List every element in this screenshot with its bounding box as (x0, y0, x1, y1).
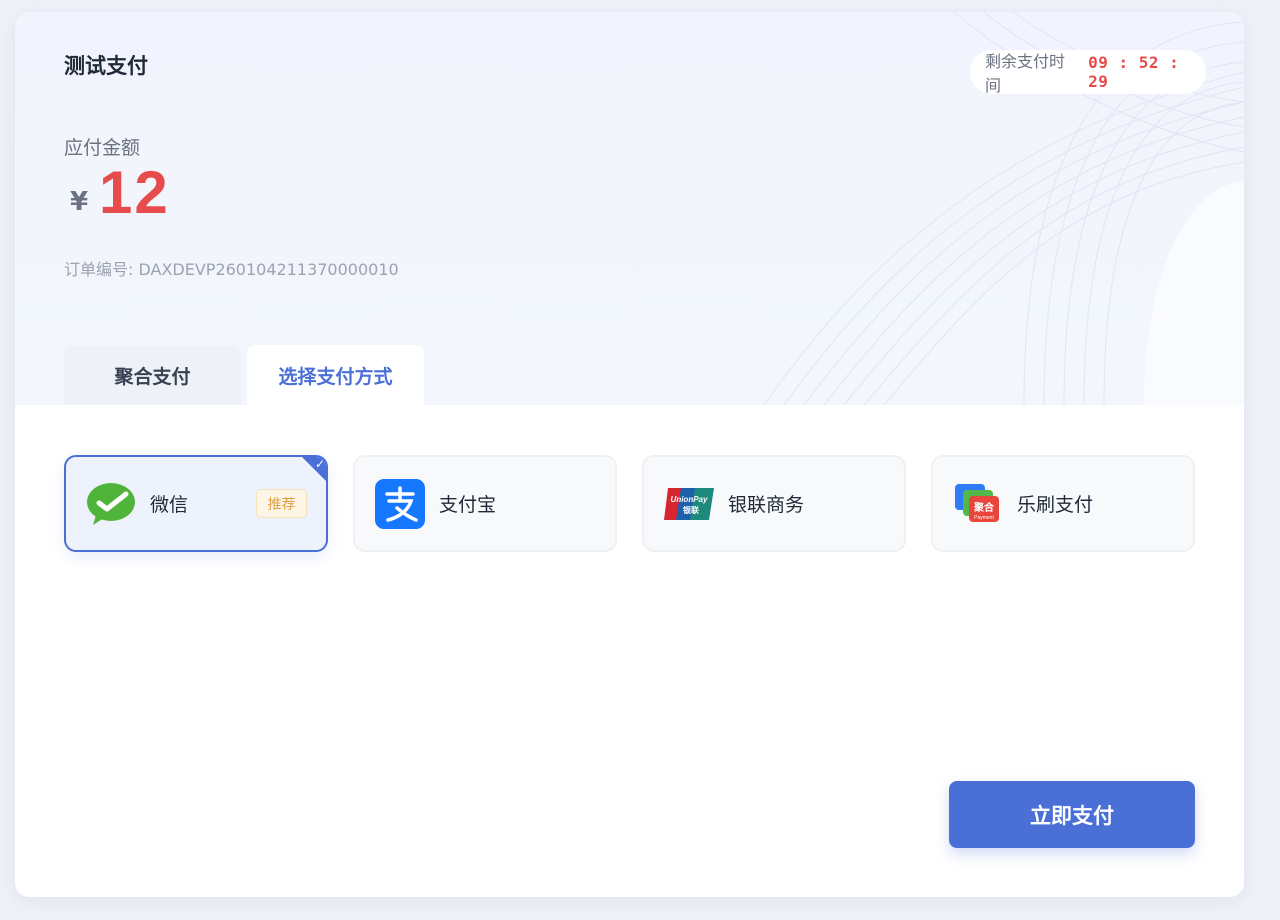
pay-now-button[interactable]: 立即支付 (949, 781, 1195, 848)
timer-value: 09 : 52 : 29 (1088, 53, 1180, 91)
countdown-timer: 剩余支付时间 09 : 52 : 29 (970, 50, 1206, 95)
amount-value: 12 (99, 159, 170, 226)
payment-card: 测试支付 剩余支付时间 09 : 52 : 29 应付金额 ¥ 12 订单编号:… (15, 12, 1244, 897)
amount-label: 应付金额 (64, 137, 141, 159)
merchant-name: 测试支付 (64, 54, 148, 78)
method-label: 支付宝 (439, 494, 497, 516)
alipay-icon (375, 478, 425, 529)
method-leshua[interactable]: 聚合 Payment 乐刷支付 (931, 455, 1195, 552)
method-label: 微信 (150, 494, 189, 516)
svg-text:银联: 银联 (682, 505, 699, 515)
payment-header: 测试支付 剩余支付时间 09 : 52 : 29 应付金额 ¥ 12 订单编号:… (15, 12, 1244, 405)
svg-text:聚合: 聚合 (973, 501, 995, 514)
order-number: 订单编号: DAXDEVP260104211370000010 (64, 260, 399, 279)
svg-text:UnionPay: UnionPay (671, 495, 708, 504)
svg-text:Payment: Payment (974, 515, 994, 521)
currency-symbol: ¥ (70, 187, 89, 217)
timer-label: 剩余支付时间 (985, 52, 1066, 95)
pay-button-label: 立即支付 (1030, 803, 1114, 828)
wechat-icon (86, 479, 136, 529)
tab-aggregate-pay[interactable]: 聚合支付 (64, 345, 241, 405)
method-label: 银联商务 (728, 494, 805, 516)
method-alipay[interactable]: 支付宝 (353, 455, 617, 552)
method-wechat[interactable]: 微信 推荐 ✓ (64, 455, 328, 552)
method-label: 乐刷支付 (1017, 494, 1094, 516)
method-unionpay[interactable]: UnionPay 银联 银联商务 (642, 455, 906, 552)
tab-label: 聚合支付 (114, 365, 191, 388)
recommend-badge: 推荐 (256, 489, 307, 518)
tab-label: 选择支付方式 (278, 365, 393, 388)
leshua-icon: 聚合 Payment (953, 479, 1003, 529)
check-icon: ✓ (314, 457, 325, 471)
unionpay-icon: UnionPay 银联 (664, 479, 714, 529)
tab-select-method[interactable]: 选择支付方式 (247, 345, 424, 405)
